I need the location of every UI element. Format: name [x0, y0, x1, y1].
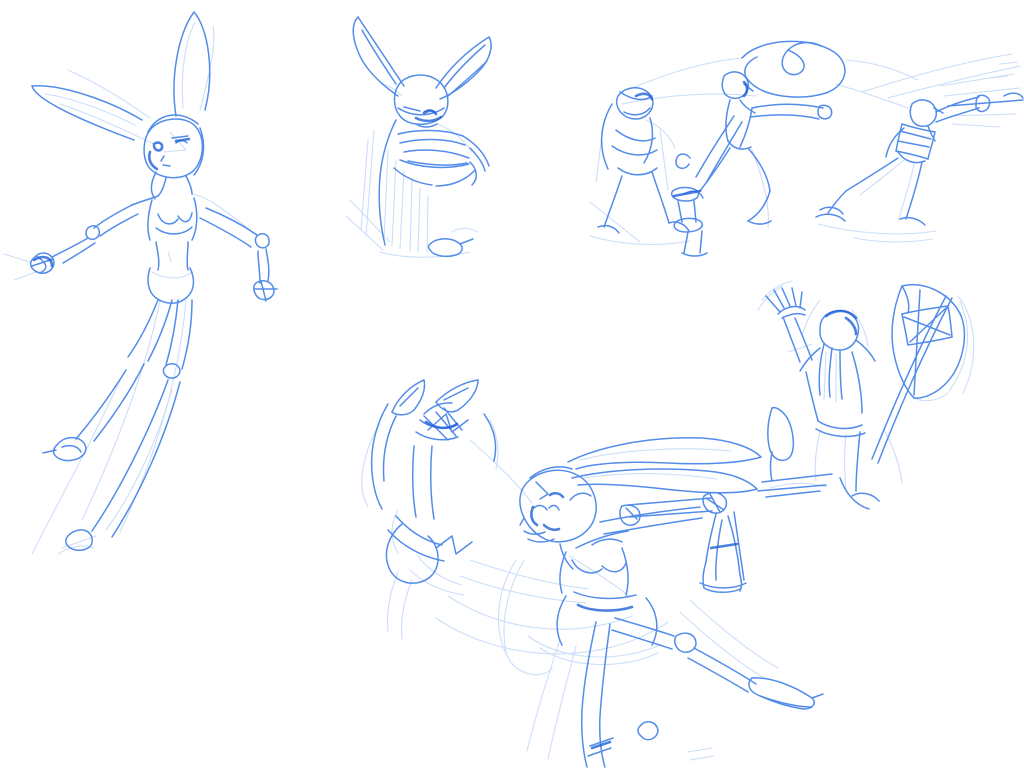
sketch-canvas	[0, 0, 1024, 768]
sketch-crouching-rabbit	[346, 17, 491, 257]
sketch-axe-swing-duel	[362, 380, 823, 767]
sketch-fight-scene	[590, 41, 1023, 256]
sketch-shield-kneeler	[758, 281, 974, 509]
sketch-page	[0, 0, 1024, 768]
sketch-leaping-rabbit-girl	[4, 12, 277, 554]
